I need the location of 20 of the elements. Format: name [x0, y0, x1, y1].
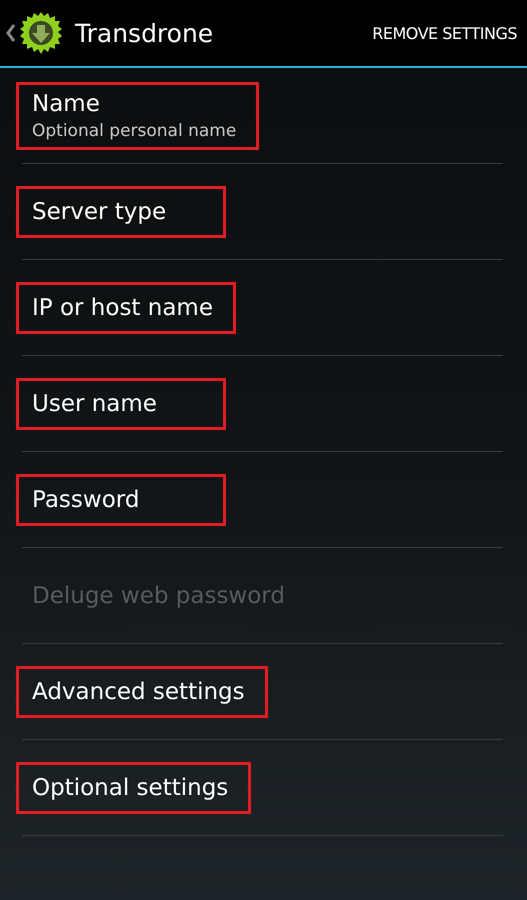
preference-title: Deluge web password: [32, 582, 285, 608]
preference-title: Optional settings: [32, 774, 228, 800]
preference-item[interactable]: Server type: [22, 164, 503, 260]
preference-summary: Optional personal name: [32, 120, 236, 140]
preference-title: Advanced settings: [32, 678, 245, 704]
preference-title: Name: [32, 90, 101, 116]
preference-item[interactable]: Optional settings: [22, 740, 503, 836]
preference-title: IP or host name: [32, 294, 213, 320]
caret-icon: [6, 24, 15, 42]
preference-title: Server type: [32, 198, 168, 224]
preference-title: User name: [32, 390, 158, 416]
preference-item[interactable]: Advanced settings: [22, 644, 503, 740]
preference-item[interactable]: Name Optional personal name: [22, 68, 503, 164]
preference-item[interactable]: User name: [22, 356, 503, 452]
remove-settings-button[interactable]: REMOVE SETTINGS: [362, 0, 527, 66]
preference-item[interactable]: IP or host name: [22, 260, 503, 356]
app-logo-icon: [19, 11, 63, 55]
preference-title: Password: [32, 486, 140, 512]
app-home-button[interactable]: Transdrone: [0, 0, 214, 66]
preference-item[interactable]: Password: [22, 452, 503, 548]
